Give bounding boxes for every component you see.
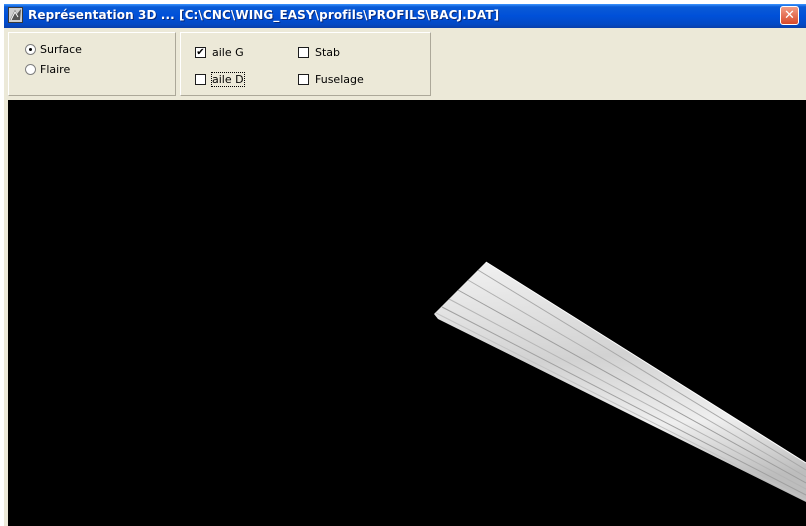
aile-d-checkbox[interactable]: [195, 74, 206, 85]
stab-label: Stab: [315, 46, 341, 59]
wing-render: [434, 261, 806, 502]
surface-label: Surface: [40, 43, 82, 56]
aile-d-label: aile D: [211, 72, 245, 87]
window-title: Représentation 3D ... [C:\CNC\WING_EASY\…: [28, 8, 500, 22]
close-button[interactable]: ✕: [780, 6, 799, 25]
aile-g-option[interactable]: ✔ aile G: [195, 46, 244, 59]
aile-d-option[interactable]: aile D: [195, 72, 245, 87]
parts-group: ✔ aile G aile D Stab Fuselage: [180, 32, 431, 96]
flaire-label: Flaire: [40, 63, 71, 76]
fuselage-option[interactable]: Fuselage: [298, 73, 364, 86]
render-mode-group: Surface Flaire: [8, 32, 176, 96]
3d-viewport[interactable]: [8, 100, 806, 526]
wing-surface: [434, 261, 806, 502]
wing-easy-icon: [10, 9, 21, 21]
stab-checkbox[interactable]: [298, 47, 309, 58]
surface-radio[interactable]: [25, 44, 36, 55]
aile-g-checkbox[interactable]: ✔: [195, 47, 206, 58]
aile-g-label: aile G: [212, 46, 244, 59]
representation-3d-window: Représentation 3D ... [C:\CNC\WING_EASY\…: [4, 4, 806, 526]
flaire-radio[interactable]: [25, 64, 36, 75]
app-icon: [8, 7, 23, 23]
surface-option[interactable]: Surface: [25, 43, 82, 56]
options-panel: Surface Flaire ✔ aile G aile D Stab Fuse…: [4, 28, 806, 102]
fuselage-label: Fuselage: [315, 73, 364, 86]
title-bar[interactable]: Représentation 3D ... [C:\CNC\WING_EASY\…: [4, 4, 806, 28]
flaire-option[interactable]: Flaire: [25, 63, 70, 76]
stab-option[interactable]: Stab: [298, 46, 340, 59]
fuselage-checkbox[interactable]: [298, 74, 309, 85]
